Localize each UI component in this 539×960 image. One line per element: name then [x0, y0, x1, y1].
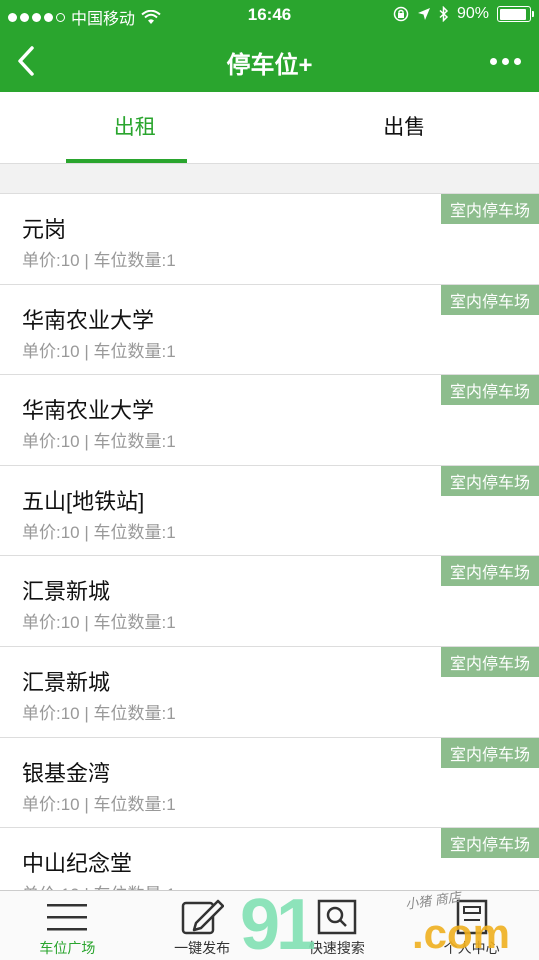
nav-bar: 停车位+ [0, 30, 539, 92]
list-item[interactable]: 室内停车场 汇景新城 单价:10 | 车位数量:1 [0, 645, 539, 737]
list-item[interactable]: 室内停车场 汇景新城 单价:10 | 车位数量:1 [0, 555, 539, 646]
tab-rent[interactable]: 出租 [0, 92, 270, 163]
parking-list: 室内停车场 元岗 单价:10 | 车位数量:1 室内停车场 华南农业大学 单价:… [0, 193, 539, 890]
list-item[interactable]: 室内停车场 中山纪念堂 单价:10 | 车位数量:1 [0, 827, 539, 890]
page-title: 停车位+ [226, 52, 313, 79]
item-name: 元岗 [22, 217, 67, 242]
menu-icon [47, 904, 88, 931]
list-item[interactable]: 室内停车场 银基金湾 单价:10 | 车位数量:1 [0, 736, 539, 828]
list-item[interactable]: 室内停车场 华南农业大学 单价:10 | 车位数量:1 [0, 374, 539, 465]
list-item[interactable]: 室内停车场 元岗 单价:10 | 车位数量:1 [0, 193, 539, 284]
item-tag: 室内停车场 [440, 194, 539, 224]
bottom-tab-bar: 车位广场 一键发布 快速搜索 个人中心 [0, 890, 539, 960]
list-item[interactable]: 室内停车场 五山[地铁站] 单价:10 | 车位数量:1 [0, 464, 539, 556]
tabbar-item-profile[interactable]: 个人中心 [404, 891, 539, 960]
item-tag: 室内停车场 [440, 556, 539, 587]
status-bar: 中国移动 16:46 90% [0, 0, 539, 30]
item-meta: 单价:10 | 车位数量:1 [22, 613, 176, 633]
item-tag: 室内停车场 [440, 284, 539, 315]
item-meta: 单价:10 | 车位数量:1 [22, 432, 176, 452]
tabbar-item-square[interactable]: 车位广场 [0, 891, 135, 960]
more-icon[interactable] [490, 58, 521, 65]
battery-percent: 90% [456, 5, 489, 22]
item-tag: 室内停车场 [440, 737, 539, 768]
status-right: 90% [393, 5, 534, 23]
item-tag: 室内停车场 [440, 465, 539, 496]
item-tag: 室内停车场 [440, 646, 539, 677]
tab-bar-top: 出租 出售 [0, 92, 539, 164]
item-name: 华南农业大学 [22, 307, 155, 333]
item-meta: 单价:10 | 车位数量:1 [22, 251, 176, 270]
item-name: 中山纪念堂 [22, 851, 133, 877]
tabbar-label: 快速搜索 [308, 940, 365, 956]
edit-icon [181, 899, 225, 935]
item-name: 汇景新城 [22, 579, 111, 605]
item-name: 汇景新城 [22, 669, 111, 695]
item-meta: 单价:10 | 车位数量:1 [22, 522, 176, 542]
item-meta: 单价:10 | 车位数量:1 [22, 703, 176, 723]
profile-icon [456, 899, 487, 935]
list-item[interactable]: 室内停车场 华南农业大学 单价:10 | 车位数量:1 [0, 283, 539, 375]
tabbar-label: 个人中心 [443, 940, 500, 956]
search-icon [317, 899, 357, 935]
location-icon [417, 8, 430, 20]
item-meta: 单价:10 | 车位数量:1 [22, 341, 176, 361]
tab-sale[interactable]: 出售 [270, 92, 539, 163]
item-meta: 单价:10 | 车位数量:1 [22, 794, 176, 814]
tabbar-item-search[interactable]: 快速搜索 [270, 891, 405, 960]
item-name: 华南农业大学 [22, 398, 155, 424]
battery-icon [497, 6, 534, 22]
item-name: 五山[地铁站] [22, 488, 145, 514]
tabbar-label: 一键发布 [174, 940, 231, 956]
tabbar-item-publish[interactable]: 一键发布 [135, 891, 270, 960]
item-meta: 单价:10 | 车位数量:1 [22, 880, 176, 890]
tabbar-label: 车位广场 [39, 940, 96, 956]
item-tag: 室内停车场 [440, 828, 539, 859]
rotation-lock-icon [393, 6, 409, 22]
item-name: 银基金湾 [22, 760, 111, 786]
item-tag: 室内停车场 [440, 375, 539, 406]
bluetooth-icon [439, 6, 449, 22]
